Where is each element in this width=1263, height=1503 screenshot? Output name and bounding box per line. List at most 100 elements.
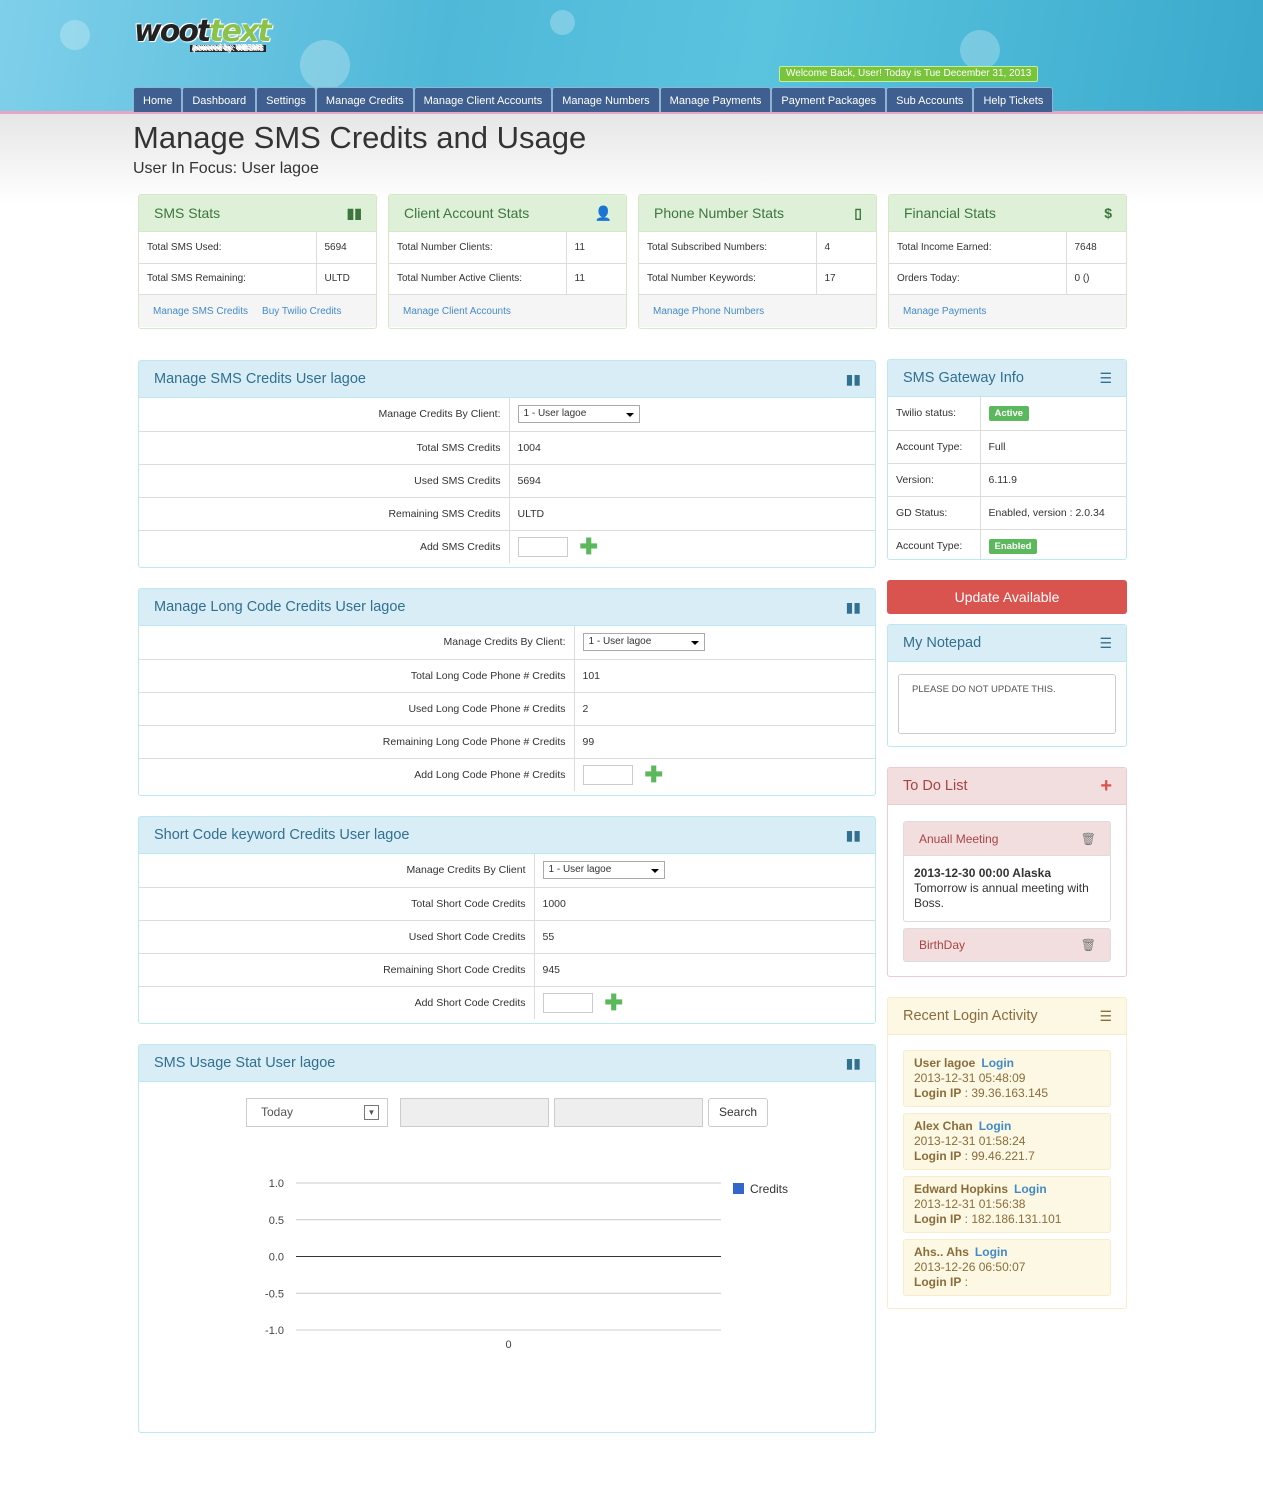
credits-panel: Short Code keyword Credits User lagoe ▮▮ … (138, 816, 876, 1024)
phone-icon: ▯ (854, 205, 862, 221)
client-select[interactable]: 1 - User lagoe (582, 633, 705, 652)
nav-item[interactable]: Settings (256, 87, 316, 112)
form-row: Add Long Code Phone # Credits ✚ (139, 758, 875, 791)
todo-item[interactable]: Anuall Meeting 🗑 2013-12-30 00:00 Alaska T… (903, 821, 1111, 922)
add-credits-input[interactable] (517, 536, 568, 557)
panel-title: Manage Long Code Credits User lagoe (154, 599, 406, 615)
stat-link[interactable]: Manage Payments (903, 306, 986, 317)
y-tick-label: 0.0 (269, 1252, 284, 1264)
logo[interactable]: woottext powered by: WBSMS (134, 14, 272, 52)
login-link[interactable]: Login (975, 1245, 1008, 1259)
plus-icon[interactable]: ✚ (605, 990, 623, 1015)
form-row: Remaining Short Code Credits 945 (139, 953, 875, 987)
page-title: Manage SMS Credits and Usage (133, 120, 587, 155)
nav-item[interactable]: Manage Client Accounts (413, 87, 553, 112)
login-link[interactable]: Login (1014, 1182, 1047, 1196)
status-badge: Active (988, 406, 1030, 422)
nav-item[interactable]: Sub Accounts (886, 87, 974, 112)
dollar-icon: $ (1104, 205, 1112, 221)
stat-row: Total Income Earned: 7648 (889, 232, 1126, 264)
form-row: Add SMS Credits ✚ (139, 530, 875, 563)
panel-title: SMS Gateway Info (903, 370, 1024, 386)
gateway-row: GD Status: Enabled, version : 2.0.34 (888, 496, 1126, 530)
form-row: Remaining Long Code Phone # Credits 99 (139, 725, 875, 759)
nav-item[interactable]: Manage Payments (659, 87, 772, 112)
range-select[interactable]: Today ▼ (246, 1098, 388, 1127)
gateway-row: Version: 6.11.9 (888, 463, 1126, 497)
panel-title: Phone Number Stats (654, 205, 784, 221)
stat-panel: Financial Stats $ Total Income Earned: 764… (888, 194, 1127, 329)
stat-row: Total SMS Used: 5694 (139, 232, 376, 264)
gateway-row: Twilio status: Active (888, 397, 1126, 431)
bar-chart-icon: ▮▮ (845, 827, 861, 843)
y-tick-label: -0.5 (265, 1288, 284, 1300)
panel-title: Client Account Stats (404, 205, 530, 221)
client-select[interactable]: 1 - User lagoe (542, 861, 665, 880)
form-row: Manage Credits By Client 1 - User lagoe (139, 854, 875, 888)
end-date-input[interactable] (554, 1098, 703, 1127)
bar-chart-icon: ▮▮ (845, 371, 861, 387)
trash-icon[interactable]: 🗑 (1081, 822, 1096, 856)
gateway-row: Account Type: Enabled (888, 529, 1126, 559)
search-button[interactable]: Search (708, 1098, 768, 1127)
stat-row: Total Subscribed Numbers: 4 (639, 232, 876, 264)
stat-link[interactable]: Manage Client Accounts (403, 306, 511, 317)
update-available-button[interactable]: Update Available (887, 580, 1127, 614)
panel-title: My Notepad (903, 635, 982, 651)
login-link[interactable]: Login (981, 1056, 1014, 1070)
client-select[interactable]: 1 - User lagoe (517, 405, 640, 424)
plus-icon[interactable]: ✚ (580, 534, 598, 559)
form-row: Remaining SMS Credits ULTD (139, 497, 875, 531)
gateway-panel: SMS Gateway Info ☰ Twilio status: Active Ac… (887, 359, 1127, 560)
form-row: Used Short Code Credits 55 (139, 920, 875, 954)
panel-title: SMS Stats (154, 205, 221, 221)
login-item: Alex Chan Login 2013-12-31 01:58:24 Login I… (903, 1113, 1111, 1170)
credits-panel: Manage Long Code Credits User lagoe ▮▮ Ma… (138, 588, 876, 796)
bar-chart-icon: ▮▮ (346, 205, 362, 221)
login-link[interactable]: Login (979, 1119, 1012, 1133)
start-date-input[interactable] (400, 1098, 549, 1127)
nav-item[interactable]: Help Tickets (973, 87, 1054, 112)
notepad-textarea[interactable]: PLEASE DO NOT UPDATE THIS. (898, 674, 1116, 734)
form-row: Used Long Code Phone # Credits 2 (139, 692, 875, 726)
stat-panel: SMS Stats ▮▮ Total SMS Used: 5694 Total SMS… (138, 194, 377, 329)
nav-item[interactable]: Manage Numbers (552, 87, 660, 112)
form-row: Manage Credits By Client: 1 - User lagoe (139, 398, 875, 432)
user-icon: 👤 (594, 205, 612, 221)
add-credits-input[interactable] (542, 992, 593, 1013)
stat-row: Orders Today: 0 () (889, 263, 1126, 294)
y-tick-label: 1.0 (269, 1178, 284, 1190)
nav-item[interactable]: Home (133, 87, 183, 112)
panel-title: Manage SMS Credits User lagoe (154, 371, 366, 387)
todo-item[interactable]: BirthDay 🗑 (903, 928, 1111, 962)
form-row: Add Short Code Credits ✚ (139, 986, 875, 1019)
add-credits-input[interactable] (582, 764, 633, 785)
credits-panel: Manage SMS Credits User lagoe ▮▮ Manage C… (138, 360, 876, 568)
panel-title: To Do List (903, 778, 968, 794)
bar-chart-icon: ▮▮ (845, 1055, 861, 1071)
form-row: Total Long Code Phone # Credits 101 (139, 659, 875, 693)
nav-item[interactable]: Manage Credits (315, 87, 414, 112)
stat-link[interactable]: Manage SMS Credits (153, 306, 248, 317)
nav-item[interactable]: Payment Packages (771, 87, 887, 112)
panel-title: Recent Login Activity (903, 1008, 1038, 1024)
login-item: Edward Hopkins Login 2013-12-31 01:56:38 Lo… (903, 1176, 1111, 1233)
add-todo-icon[interactable]: + (1100, 768, 1112, 805)
trash-icon[interactable]: 🗑 (1081, 929, 1096, 961)
list-icon: ☰ (1099, 1008, 1112, 1024)
stat-panel: Phone Number Stats ▯ Total Subscribed Num… (638, 194, 877, 329)
plus-icon[interactable]: ✚ (645, 762, 663, 787)
form-row: Manage Credits By Client: 1 - User lagoe (139, 626, 875, 660)
stat-link[interactable]: Manage Phone Numbers (653, 306, 764, 317)
stat-row: Total Number Active Clients: 11 (389, 263, 626, 294)
stat-link[interactable]: Buy Twilio Credits (262, 306, 341, 317)
stat-row: Total SMS Remaining: ULTD (139, 263, 376, 294)
todo-panel: To Do List + Anuall Meeting 🗑 2013-12-30 0… (887, 767, 1127, 977)
form-row: Total Short Code Credits 1000 (139, 887, 875, 921)
x-tick-label: 0 (505, 1339, 511, 1351)
notepad-panel: My Notepad ☰ PLEASE DO NOT UPDATE THIS. (887, 624, 1127, 747)
login-item: User lagoe Login 2013-12-31 05:48:09 Login … (903, 1050, 1111, 1107)
nav-item[interactable]: Dashboard (182, 87, 257, 112)
bar-chart-icon: ▮▮ (845, 599, 861, 615)
page-subtitle: User In Focus: User lagoe (133, 160, 319, 177)
